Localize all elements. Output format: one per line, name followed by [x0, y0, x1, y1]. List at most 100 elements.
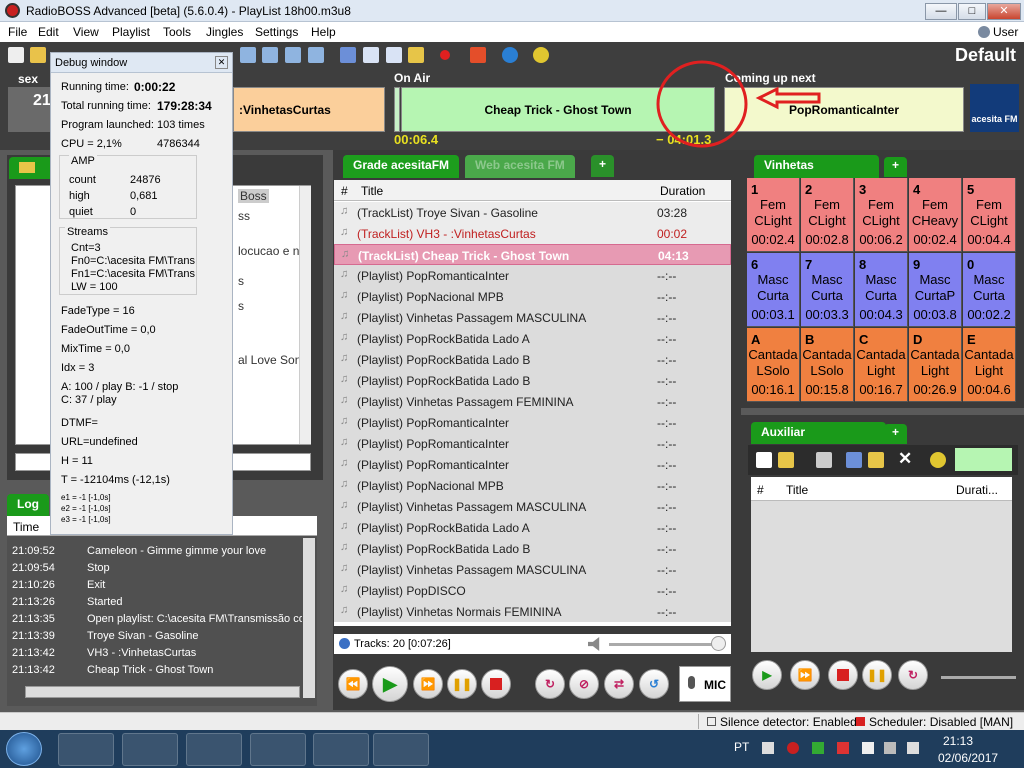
- play-button[interactable]: ▶: [372, 666, 408, 702]
- next-button[interactable]: ⏩: [413, 669, 443, 699]
- tray-volume-icon[interactable]: [907, 742, 919, 754]
- tray-flag-icon[interactable]: [862, 742, 874, 754]
- library-item[interactable]: s: [238, 299, 244, 313]
- taskbar-clock[interactable]: 21:13: [943, 734, 973, 748]
- playlist-row[interactable]: ♫ (Playlist) PopRockBatida Lado B --:--: [334, 538, 731, 559]
- jingle-cart-8[interactable]: 8 Masc Curta 00:04.3: [855, 253, 908, 327]
- stats-icon[interactable]: [470, 47, 486, 63]
- playlist-row[interactable]: ♫ (Playlist) PopRockBatida Lado B --:--: [334, 370, 731, 391]
- library-item[interactable]: s: [238, 274, 244, 288]
- menu-settings[interactable]: Settings: [255, 25, 298, 39]
- aux-loop-button[interactable]: ↻: [898, 660, 928, 690]
- stop-button[interactable]: [481, 669, 511, 699]
- library-item[interactable]: al Love Song: [238, 353, 308, 367]
- record-icon[interactable]: [440, 50, 450, 60]
- maximize-button[interactable]: □: [958, 3, 986, 20]
- menu-view[interactable]: View: [73, 25, 99, 39]
- jingle-cart-a[interactable]: A Cantada LSolo 00:16.1: [747, 328, 800, 402]
- taskbar-date[interactable]: 02/06/2017: [938, 751, 998, 765]
- playlist-row[interactable]: ♫ (Playlist) PopRomanticaInter --:--: [334, 412, 731, 433]
- playlist-row[interactable]: ♫ (Playlist) PopRockBatida Lado A --:--: [334, 328, 731, 349]
- jingle-cart-2[interactable]: 2 Fem CLight 00:02.8: [801, 178, 854, 252]
- menu-file[interactable]: File: [8, 25, 27, 39]
- chrome-taskbar-icon[interactable]: [186, 733, 242, 766]
- library-item[interactable]: ss: [238, 209, 250, 223]
- start-button-icon[interactable]: [6, 732, 42, 766]
- jingle-cart-3[interactable]: 3 Fem CLight 00:06.2: [855, 178, 908, 252]
- playlist-row[interactable]: ♫ (Playlist) PopDISCO --:--: [334, 580, 731, 601]
- volume-slider[interactable]: [609, 643, 719, 646]
- radioboss-taskbar-icon[interactable]: [373, 733, 429, 766]
- playlist-row[interactable]: ♫ (Playlist) PopRomanticaInter --:--: [334, 265, 731, 286]
- list-icon[interactable]: [386, 47, 402, 63]
- close-button[interactable]: ✕: [987, 3, 1021, 20]
- column-duration[interactable]: Duration: [660, 184, 705, 198]
- menu-help[interactable]: Help: [311, 25, 336, 39]
- new-file-icon[interactable]: [8, 47, 24, 63]
- silence-detector-status[interactable]: Silence detector: Enabled: [720, 715, 857, 729]
- aux-pause-button[interactable]: ❚❚: [862, 660, 892, 690]
- layout-3-icon[interactable]: [285, 47, 301, 63]
- settings-gear-icon[interactable]: [533, 47, 549, 63]
- aux-stop-button[interactable]: [828, 660, 858, 690]
- jingle-cart-5[interactable]: 5 Fem CLight 00:04.4: [963, 178, 1016, 252]
- minimize-button[interactable]: —: [925, 3, 957, 20]
- jingle-cart-9[interactable]: 9 Masc CurtaP 00:03.8: [909, 253, 962, 327]
- media-player-taskbar-icon[interactable]: [58, 733, 114, 766]
- playlist-row[interactable]: ♫ (Playlist) PopRomanticaInter --:--: [334, 433, 731, 454]
- tray-app-icon[interactable]: [762, 742, 774, 754]
- layout-4-icon[interactable]: [308, 47, 324, 63]
- playlist-row[interactable]: ♫ (Playlist) PopRockBatida Lado A --:--: [334, 517, 731, 538]
- library-item[interactable]: locucao e ne: [238, 244, 306, 258]
- repeat-button[interactable]: ↺: [639, 669, 669, 699]
- layout-icon[interactable]: [240, 47, 256, 63]
- aux-save-icon[interactable]: [816, 452, 832, 468]
- acesita-fm-taskbar-icon[interactable]: [250, 733, 306, 766]
- aux-volume-slider[interactable]: [941, 676, 1016, 679]
- add-aux-tab-button[interactable]: +: [884, 424, 908, 444]
- shuffle-button[interactable]: ⇄: [604, 669, 634, 699]
- playlist-row[interactable]: ♫ (Playlist) Vinhetas Passagem MASCULINA -…: [334, 307, 731, 328]
- library-folder-tab[interactable]: [9, 157, 53, 179]
- mic-button[interactable]: MIC: [679, 666, 731, 702]
- aux-next-button[interactable]: ⏩: [790, 660, 820, 690]
- aux-open-folder-icon[interactable]: [778, 452, 794, 468]
- menu-playlist[interactable]: Playlist: [112, 25, 150, 39]
- tray-radioboss-icon[interactable]: [787, 742, 799, 754]
- auxiliar-list[interactable]: # Title Durati...: [751, 477, 1012, 652]
- volume-slider-handle[interactable]: [711, 636, 726, 651]
- user-label[interactable]: User: [993, 25, 1018, 39]
- playlist-row[interactable]: ♫ (Playlist) PopNacional MPB --:--: [334, 286, 731, 307]
- aux-new-icon[interactable]: [756, 452, 772, 468]
- aux-add-folder-icon[interactable]: [868, 452, 884, 468]
- debug-close-button[interactable]: ✕: [215, 56, 228, 69]
- language-indicator[interactable]: PT: [734, 740, 749, 754]
- aux-sparkle-icon[interactable]: [846, 452, 862, 468]
- scheduler-status[interactable]: Scheduler: Disabled [MAN]: [869, 715, 1013, 729]
- open-folder-icon[interactable]: [30, 47, 46, 63]
- jingle-cart-0[interactable]: 0 Masc Curta 00:02.2: [963, 253, 1016, 327]
- pause-button[interactable]: ❚❚: [447, 669, 477, 699]
- add-folder-icon[interactable]: [408, 47, 424, 63]
- library-item[interactable]: Boss: [238, 189, 269, 203]
- file-explorer-taskbar-icon[interactable]: [122, 733, 178, 766]
- loop-button[interactable]: ↻: [535, 669, 565, 699]
- jingle-cart-d[interactable]: D Cantada Light 00:26.9: [909, 328, 962, 402]
- aux-settings-icon[interactable]: [930, 452, 946, 468]
- log-tab[interactable]: Log: [7, 494, 49, 516]
- app-taskbar-icon[interactable]: [313, 733, 369, 766]
- menu-tools[interactable]: Tools: [163, 25, 191, 39]
- tab-auxiliar[interactable]: Auxiliar: [751, 422, 886, 444]
- log-vscrollbar[interactable]: [303, 538, 315, 698]
- add-tab-button[interactable]: +: [591, 155, 615, 177]
- jingle-cart-c[interactable]: C Cantada Light 00:16.7: [855, 328, 908, 402]
- aux-play-button[interactable]: ▶: [752, 660, 782, 690]
- previous-track[interactable]: :VinhetasCurtas: [233, 87, 385, 132]
- log-hscrollbar[interactable]: [25, 686, 300, 698]
- playlist-row[interactable]: ♫ (TrackList) VH3 - :VinhetasCurtas 00:02: [334, 223, 731, 244]
- playlist-row[interactable]: ♫ (Playlist) PopRockBatida Lado B --:--: [334, 349, 731, 370]
- tray-network-icon[interactable]: [884, 742, 896, 754]
- aux-column-duration[interactable]: Durati...: [956, 483, 998, 497]
- playlist-row[interactable]: ♫ (Playlist) Vinhetas Passagem MASCULINA -…: [334, 496, 731, 517]
- column-title[interactable]: Title: [361, 184, 383, 198]
